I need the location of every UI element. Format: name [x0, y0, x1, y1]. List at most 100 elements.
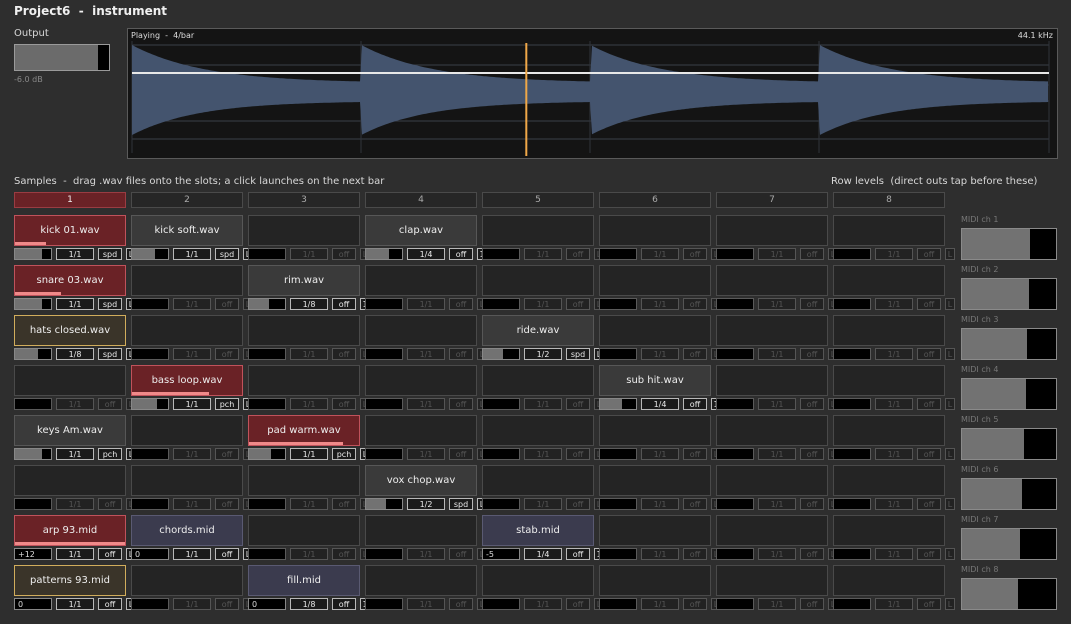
loop-toggle[interactable]: L: [945, 248, 955, 260]
empty-slot[interactable]: [482, 465, 594, 496]
mode-button[interactable]: off: [449, 348, 473, 360]
mode-button[interactable]: spd: [449, 498, 473, 510]
empty-slot[interactable]: [482, 415, 594, 446]
mode-button[interactable]: off: [215, 298, 239, 310]
slot-level-meter[interactable]: [833, 498, 871, 510]
mode-button[interactable]: off: [449, 598, 473, 610]
mode-button[interactable]: off: [683, 348, 707, 360]
empty-slot[interactable]: [365, 365, 477, 396]
division-button[interactable]: 1/1: [290, 248, 328, 260]
slot-level-meter[interactable]: [14, 298, 52, 310]
empty-slot[interactable]: [833, 265, 945, 296]
empty-slot[interactable]: [14, 465, 126, 496]
slot-level-meter[interactable]: [833, 598, 871, 610]
division-button[interactable]: 1/1: [641, 598, 679, 610]
mode-button[interactable]: off: [215, 598, 239, 610]
mode-button[interactable]: off: [800, 498, 824, 510]
division-button[interactable]: 1/1: [173, 298, 211, 310]
division-button[interactable]: 1/1: [407, 448, 445, 460]
sample-slot[interactable]: snare 03.wav: [14, 265, 126, 296]
mode-button[interactable]: off: [917, 298, 941, 310]
column-header-3[interactable]: 3: [248, 192, 360, 208]
loop-toggle[interactable]: L: [945, 548, 955, 560]
empty-slot[interactable]: [599, 565, 711, 596]
slot-level-meter[interactable]: [365, 548, 403, 560]
slot-level-meter[interactable]: [365, 298, 403, 310]
division-button[interactable]: 1/1: [524, 248, 562, 260]
empty-slot[interactable]: [833, 415, 945, 446]
empty-slot[interactable]: [365, 415, 477, 446]
mode-button[interactable]: off: [683, 598, 707, 610]
division-button[interactable]: 1/1: [758, 298, 796, 310]
division-button[interactable]: 1/1: [56, 448, 94, 460]
slot-level-meter[interactable]: [248, 548, 286, 560]
division-button[interactable]: 1/1: [56, 548, 94, 560]
division-button[interactable]: 1/2: [407, 498, 445, 510]
mode-button[interactable]: off: [215, 548, 239, 560]
mode-button[interactable]: off: [332, 298, 356, 310]
mode-button[interactable]: spd: [566, 348, 590, 360]
division-button[interactable]: 1/1: [875, 298, 913, 310]
division-button[interactable]: 1/1: [290, 548, 328, 560]
division-button[interactable]: 1/1: [875, 598, 913, 610]
slot-level-meter[interactable]: [131, 248, 169, 260]
slot-level-meter[interactable]: [131, 448, 169, 460]
slot-level-meter[interactable]: [131, 598, 169, 610]
slot-level-meter[interactable]: [14, 248, 52, 260]
division-button[interactable]: 1/1: [407, 398, 445, 410]
division-button[interactable]: 1/1: [56, 398, 94, 410]
mode-button[interactable]: off: [332, 548, 356, 560]
slot-level-meter[interactable]: [131, 498, 169, 510]
slot-level-meter[interactable]: [599, 248, 637, 260]
waveform-display[interactable]: [127, 28, 1058, 159]
slot-level-meter[interactable]: [365, 448, 403, 460]
mode-button[interactable]: off: [683, 398, 707, 410]
midi-channel-level-meter[interactable]: [961, 578, 1057, 610]
mode-button[interactable]: off: [917, 448, 941, 460]
empty-slot[interactable]: [716, 315, 828, 346]
empty-slot[interactable]: [716, 265, 828, 296]
mode-button[interactable]: off: [449, 248, 473, 260]
empty-slot[interactable]: [833, 565, 945, 596]
mode-button[interactable]: off: [566, 448, 590, 460]
midi-channel-level-meter[interactable]: [961, 328, 1057, 360]
sample-slot[interactable]: stab.mid: [482, 515, 594, 546]
empty-slot[interactable]: [248, 515, 360, 546]
division-button[interactable]: 1/1: [641, 298, 679, 310]
mode-button[interactable]: off: [98, 548, 122, 560]
mode-button[interactable]: off: [566, 598, 590, 610]
slot-level-meter[interactable]: [14, 498, 52, 510]
division-button[interactable]: 1/1: [290, 398, 328, 410]
sample-slot[interactable]: rim.wav: [248, 265, 360, 296]
empty-slot[interactable]: [833, 215, 945, 246]
division-button[interactable]: 1/1: [875, 398, 913, 410]
empty-slot[interactable]: [599, 215, 711, 246]
slot-level-meter[interactable]: [716, 248, 754, 260]
division-button[interactable]: 1/1: [758, 448, 796, 460]
division-button[interactable]: 1/1: [758, 248, 796, 260]
division-button[interactable]: 1/1: [641, 548, 679, 560]
division-button[interactable]: 1/1: [290, 448, 328, 460]
mode-button[interactable]: off: [566, 398, 590, 410]
mode-button[interactable]: off: [917, 248, 941, 260]
mode-button[interactable]: off: [800, 598, 824, 610]
slot-level-meter[interactable]: [482, 498, 520, 510]
midi-channel-level-meter[interactable]: [961, 378, 1057, 410]
slot-level-meter[interactable]: [599, 598, 637, 610]
division-button[interactable]: 1/1: [524, 598, 562, 610]
division-button[interactable]: 1/1: [641, 248, 679, 260]
slot-level-meter[interactable]: [599, 348, 637, 360]
slot-level-meter[interactable]: [248, 298, 286, 310]
division-button[interactable]: 1/8: [56, 348, 94, 360]
division-button[interactable]: 1/1: [758, 548, 796, 560]
slot-level-meter[interactable]: [482, 598, 520, 610]
division-button[interactable]: 1/1: [173, 548, 211, 560]
division-button[interactable]: 1/1: [641, 448, 679, 460]
column-header-4[interactable]: 4: [365, 192, 477, 208]
empty-slot[interactable]: [248, 465, 360, 496]
slot-level-meter[interactable]: [248, 498, 286, 510]
sample-slot[interactable]: clap.wav: [365, 215, 477, 246]
empty-slot[interactable]: [599, 315, 711, 346]
sample-slot[interactable]: pad warm.wav: [248, 415, 360, 446]
division-button[interactable]: 1/1: [173, 498, 211, 510]
